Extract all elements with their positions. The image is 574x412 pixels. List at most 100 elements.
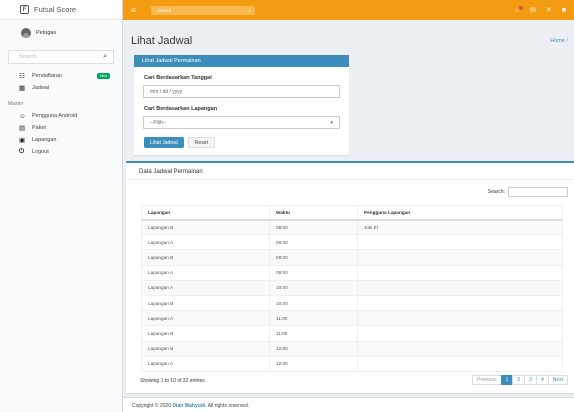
table-cell: Lapangan B [141, 218, 270, 236]
table-row: Lapangan A 08:00 [141, 234, 563, 251]
main-content: Lihat Jadwal Home / Lihat Jadwal Permain… [123, 20, 574, 412]
navbar-search-input[interactable]: Search [157, 8, 171, 13]
breadcrumb: Home / [550, 38, 568, 44]
table-cell: 08:00 [269, 234, 358, 251]
table-row: Lapangan B 11:00 [141, 325, 563, 342]
table-cell: Lapangan B [141, 294, 270, 312]
top-navbar: ≡ Search ⌕ ☼ ✉ ✕ ■ [123, 0, 574, 20]
sidebar-search-input[interactable]: Search [19, 54, 36, 60]
column-header[interactable]: Lapangan [141, 205, 270, 221]
table-row: Lapangan B 09:00 [141, 249, 563, 266]
sidebar-item-label: Lapangan [32, 137, 57, 143]
sidebar-item-label: Logout [32, 149, 49, 155]
settings-icon[interactable]: ■ [562, 7, 566, 14]
table-cell: 08:00 [269, 218, 358, 236]
app-logo[interactable]: F Futsal Score [0, 0, 122, 20]
view-schedule-button[interactable]: Lihat Jadwal [144, 137, 184, 148]
table-row: Lapangan A 10:00 [141, 279, 563, 296]
navbar-actions: ☼ ✉ ✕ ■ [514, 5, 566, 14]
footer-rights: All rights reserved. [207, 403, 250, 409]
pagination-previous[interactable]: Previous [472, 375, 502, 385]
search-icon[interactable]: ⌕ [248, 8, 251, 13]
table-row: Lapangan B 08:00 Joki El [141, 218, 563, 236]
sidebar-search[interactable]: Search ⌕ [8, 50, 114, 64]
table-cell: Lapangan A [141, 355, 270, 372]
search-icon[interactable]: ⌕ [103, 53, 107, 61]
sidebar-item-label: Paket [32, 125, 47, 131]
table-cell: Lapangan B [141, 249, 270, 266]
sidebar-item-pendaftaran[interactable]: ☷ Pendaftaran New [0, 70, 122, 82]
filter-buttons: Lihat Jadwal Reset [144, 137, 349, 148]
pagination-next[interactable]: Next [547, 375, 568, 385]
date-label: Cari Berdasarkan Tanggal [144, 75, 212, 81]
field-label: Cari Berdasarkan Lapangan [144, 106, 218, 112]
sidebar-item-jadwal[interactable]: ▦ Jadwal [0, 82, 122, 94]
table-cell: 11:00 [269, 325, 358, 342]
messages-icon[interactable]: ✉ [530, 6, 536, 14]
footer: Copyright © 2020 Dian Wahyudi. All right… [123, 397, 574, 412]
table-cell [357, 234, 563, 251]
column-header[interactable]: Pengguna Lapangan [357, 205, 563, 221]
table-cell: Joki El [357, 218, 563, 236]
calendar-icon: ▦ [19, 85, 26, 92]
sidebar-item-label: Pendaftaran [32, 73, 62, 79]
table-cell: Lapangan B [141, 340, 270, 357]
sidebar-item-paket[interactable]: ▤ Paket [0, 122, 122, 134]
sidebar-item-logout[interactable]: ⏻ Logout [0, 146, 122, 158]
table-row: Lapangan A 09:00 [141, 264, 563, 281]
footer-author[interactable]: Dian Wahyudi. [172, 403, 206, 409]
table-title: Data Jadwal Permainan [126, 163, 574, 180]
field-select[interactable]: --Pilih-- ▾ [143, 116, 340, 129]
table-cell [357, 249, 563, 266]
sidebar: F Futsal Score Petugas Search ⌕ ☷ Pendaf… [0, 0, 123, 412]
table-cell: Lapangan A [141, 234, 270, 251]
navbar-search[interactable]: Search ⌕ [151, 5, 255, 15]
chevron-down-icon: ▾ [330, 119, 333, 126]
schedule-table: Lapangan Waktu Pengguna Lapangan Lapanga… [141, 205, 563, 372]
menu-header-master: Master [8, 101, 24, 107]
sidebar-item-pengguna[interactable]: ☺ Pengguna Android [0, 110, 122, 122]
notifications-icon[interactable]: ☼ [514, 5, 524, 14]
date-input[interactable]: mm / dd / yyyy [143, 85, 340, 98]
table-cell [357, 310, 563, 327]
table-search-label: Search: [487, 189, 505, 195]
th-icon: ☷ [19, 73, 25, 80]
table-search-input[interactable] [508, 187, 568, 197]
table-cell: 12:00 [269, 340, 358, 357]
table-search: Search: [488, 187, 568, 197]
table-cell [357, 325, 563, 342]
column-header[interactable]: Waktu [269, 205, 358, 221]
table-cell: 09:00 [269, 264, 358, 281]
table-row: Lapangan B 10:00 [141, 294, 563, 312]
user-panel: Petugas [0, 20, 122, 46]
logo-icon: F [20, 5, 29, 14]
table-cell [357, 279, 563, 296]
reset-button[interactable]: Reset [187, 137, 215, 148]
filter-header: Lihat Jadwal Permainan [134, 55, 349, 67]
menu-toggle-icon[interactable]: ≡ [131, 6, 143, 15]
user-icon: ☺ [19, 112, 26, 120]
table-row: Lapangan B 12:00 [141, 340, 563, 357]
table-header-row: Lapangan Waktu Pengguna Lapangan [141, 205, 563, 221]
sidebar-item-label: Jadwal [32, 85, 50, 91]
pagination: Previous 1 2 3 4 Next [472, 375, 568, 385]
table-cell: Lapangan A [141, 279, 270, 296]
table-row: Lapangan A 11:00 [141, 310, 563, 327]
breadcrumb-home[interactable]: Home [550, 38, 565, 44]
table-cell: Lapangan B [141, 325, 270, 342]
new-badge: New [96, 73, 110, 79]
sidebar-menu: ☷ Pendaftaran New ▦ Jadwal Master ☺ Peng… [0, 70, 122, 158]
user-name: Petugas [36, 30, 57, 36]
sidebar-item-lapangan[interactable]: ▣ Lapangan [0, 134, 122, 146]
table-cell: 11:00 [269, 310, 358, 327]
table-cell [357, 294, 563, 312]
field-select-value: --Pilih-- [150, 119, 167, 126]
avatar [21, 28, 31, 38]
table-cell [357, 355, 563, 372]
table-info: Showing 1 to 10 of 32 entries [140, 378, 205, 384]
package-icon: ▤ [19, 125, 26, 132]
table-cell: Lapangan A [141, 264, 270, 281]
table-cell: 12:00 [269, 355, 358, 372]
power-icon: ⏻ [19, 148, 25, 155]
close-icon[interactable]: ✕ [546, 6, 552, 14]
